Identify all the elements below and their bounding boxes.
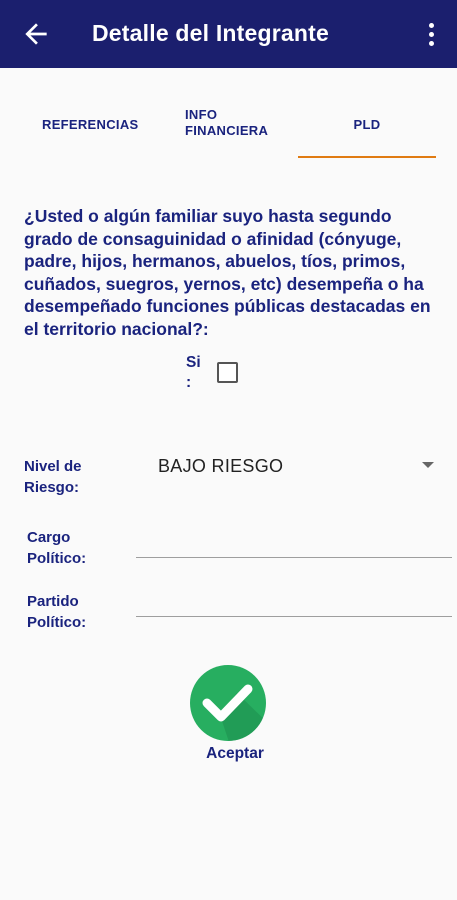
cargo-politico-label: Cargo Político: xyxy=(27,529,87,567)
tab-indicator xyxy=(298,156,436,158)
tab-label-line1: INFO xyxy=(185,107,218,122)
tab-info-financiera[interactable]: INFO FINANCIERA xyxy=(185,96,295,158)
nivel-riesgo-value: BAJO RIESGO xyxy=(158,456,284,476)
nivel-riesgo-select[interactable]: BAJO RIESGO xyxy=(150,450,440,482)
page-title: Detalle del Integrante xyxy=(92,20,330,46)
check-icon xyxy=(202,684,266,741)
tab-label: PLD xyxy=(353,117,381,132)
accept-button[interactable] xyxy=(190,665,266,741)
pep-question: ¿Usted o algún familiar suyo hasta segun… xyxy=(24,206,431,339)
more-vert-icon xyxy=(428,22,434,28)
more-options-button[interactable] xyxy=(419,18,443,50)
tab-label-line2: FINANCIERA xyxy=(185,123,269,138)
nivel-riesgo-label: Nivel de Riesgo: xyxy=(24,458,82,496)
tab-pld[interactable]: PLD xyxy=(298,96,436,158)
partido-politico-input[interactable] xyxy=(136,583,452,617)
accept-label: Aceptar xyxy=(206,745,264,762)
app-bar: Detalle del Integrante xyxy=(0,0,457,68)
partido-politico-label: Partido Político: xyxy=(27,593,87,631)
si-colon: : xyxy=(186,374,192,391)
tab-bar: REFERENCIAS INFO FINANCIERA PLD xyxy=(0,96,457,158)
tab-label: REFERENCIAS xyxy=(42,117,139,132)
back-button[interactable] xyxy=(20,18,52,50)
si-label: Si xyxy=(186,354,201,371)
dropdown-arrow-icon xyxy=(422,462,434,468)
cargo-politico-input[interactable] xyxy=(136,524,452,558)
tab-referencias[interactable]: REFERENCIAS xyxy=(42,96,162,158)
si-checkbox[interactable] xyxy=(217,362,238,383)
arrow-back-icon xyxy=(25,23,47,45)
